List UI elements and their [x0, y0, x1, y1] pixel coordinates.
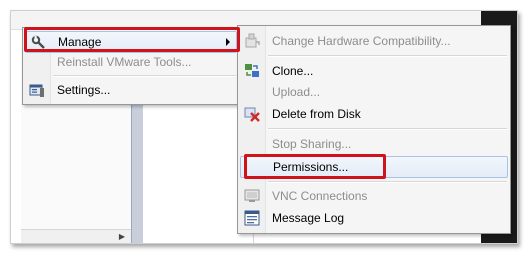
log-icon [244, 210, 260, 226]
horizontal-scrollbar[interactable]: ▶ [21, 229, 131, 243]
menu-item-label: Delete from Disk [272, 107, 361, 121]
scroll-right-icon[interactable]: ▶ [119, 232, 125, 241]
menu-item-label: Message Log [272, 211, 345, 225]
menu-separator [53, 75, 236, 77]
menu-item-label: Reinstall VMware Tools... [57, 55, 192, 69]
menu-item-vnc-connections[interactable]: VNC Connections [240, 186, 508, 206]
menu-item-message-log[interactable]: Message Log [240, 208, 508, 228]
menu-item-reinstall-vmware-tools[interactable]: Reinstall VMware Tools... [25, 52, 237, 72]
menu-item-upload[interactable]: Upload... [240, 82, 508, 102]
clone-icon [244, 63, 260, 79]
menu-item-delete-from-disk[interactable]: Delete from Disk [240, 104, 508, 124]
settings-icon [29, 82, 45, 98]
menu-item-stop-sharing[interactable]: Stop Sharing... [240, 134, 508, 154]
menu-item-label: Change Hardware Compatibility... [272, 34, 451, 48]
menu-separator [268, 128, 507, 130]
manage-highlight-callout [24, 27, 240, 52]
delete-icon [244, 106, 260, 122]
menu-item-label: Stop Sharing... [272, 137, 352, 151]
manage-submenu: Change Hardware Compatibility... Clone..… [237, 25, 511, 234]
menu-item-label: Settings... [57, 83, 111, 97]
menu-item-settings[interactable]: Settings... [25, 80, 237, 100]
menu-item-clone[interactable]: Clone... [240, 61, 508, 81]
menu-item-label: VNC Connections [272, 189, 368, 203]
menu-separator [268, 181, 507, 183]
hardware-upgrade-icon [244, 33, 260, 49]
menu-separator [268, 55, 507, 57]
permissions-highlight-callout [244, 154, 386, 179]
monitor-icon [244, 188, 260, 204]
menu-item-change-hardware-compatibility[interactable]: Change Hardware Compatibility... [240, 31, 508, 51]
menu-item-label: Clone... [272, 64, 314, 78]
menu-item-label: Upload... [272, 85, 321, 99]
